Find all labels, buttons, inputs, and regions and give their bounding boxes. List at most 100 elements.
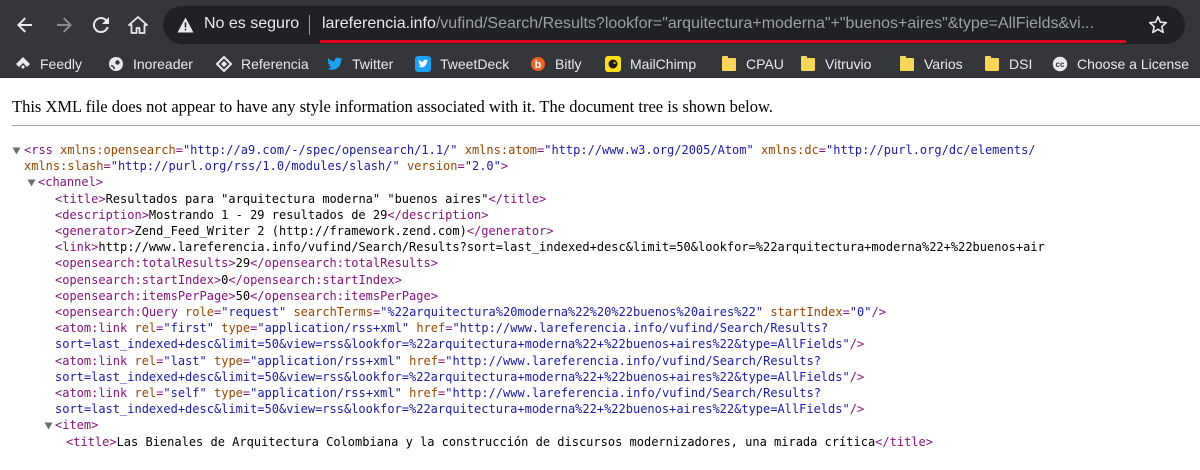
- xml-attribute-value: "first": [163, 321, 214, 335]
- bookmark-mailchimp[interactable]: MailChimp: [605, 54, 696, 74]
- home-icon[interactable]: [124, 11, 152, 39]
- collapse-triangle-icon[interactable]: [27, 179, 36, 187]
- xml-attribute-value: "http://purl.org/dc/elements/: [826, 143, 1036, 157]
- referencia-icon: [216, 56, 232, 72]
- url-path: /vufind/Search/Results?lookfor="arquitec…: [435, 15, 1095, 32]
- bookmark-tweetdeck[interactable]: TweetDeck: [415, 54, 509, 74]
- bookmark-label: Bitly: [555, 56, 582, 72]
- back-arrow-icon[interactable]: [11, 11, 39, 39]
- xml-attribute-name: version: [406, 159, 458, 173]
- xml-line: sort=last_indexed+desc&limit=50&view=rss…: [55, 336, 864, 352]
- xml-text: 29: [235, 256, 251, 270]
- xml-line: <opensearch:totalResults>29</opensearch:…: [55, 255, 438, 271]
- xml-tag: <title>: [55, 192, 106, 206]
- xml-tag: <opensearch:Query: [55, 305, 186, 319]
- xml-line: <channel>: [38, 174, 103, 190]
- folder-icon: [984, 55, 1000, 72]
- xml-line: <rss xmlns:opensearch="http://a9.com/-/s…: [24, 142, 1036, 158]
- url-host: lareferencia.info: [322, 15, 436, 32]
- xml-attribute-name: xmlns:slash: [24, 159, 104, 173]
- xml-line: <item>: [55, 417, 98, 433]
- xml-attribute-value: sort=last_indexed+desc&limit=50&view=rss…: [55, 402, 850, 416]
- xml-tag: <channel>: [38, 175, 104, 189]
- xml-tag: <link>: [55, 240, 99, 254]
- xml-style-notice: This XML file does not appear to have an…: [12, 97, 773, 116]
- bookmarks-bar: Feedly Inoreader Referencia Twitter Twee…: [0, 50, 1200, 78]
- xml-attribute-name: xmlns:dc: [760, 143, 819, 157]
- xml-tag: [402, 354, 409, 368]
- bookmark-folder-vitruvio[interactable]: Vitruvio: [800, 54, 871, 74]
- xml-line: <description>Mostrando 1 - 29 resultados…: [55, 207, 489, 223]
- xml-attribute-name: searchTerms: [293, 305, 373, 319]
- bookmark-twitter[interactable]: Twitter: [327, 54, 393, 74]
- xml-tag: <atom:link: [55, 354, 135, 368]
- bookmark-choose-license[interactable]: cc Choose a License: [1052, 54, 1189, 74]
- feedly-icon: [15, 56, 31, 72]
- collapse-triangle-icon[interactable]: [44, 422, 53, 430]
- xml-tag: </opensearch:startIndex>: [228, 273, 402, 287]
- xml-attribute-name: rel: [134, 386, 157, 400]
- bookmark-referencia[interactable]: Referencia: [216, 54, 309, 74]
- xml-line: <title>Resultados para "arquitectura mod…: [55, 191, 546, 207]
- xml-tag: [207, 354, 214, 368]
- xml-tag: [400, 159, 407, 173]
- creative-commons-icon: cc: [1052, 56, 1068, 72]
- bookmark-bitly[interactable]: b Bitly: [530, 54, 581, 74]
- xml-attribute-value: "http://www.w3.org/2005/Atom": [544, 143, 754, 157]
- divider: [12, 125, 1200, 126]
- xml-tag: <rss: [24, 143, 61, 157]
- xml-line: <atom:link rel="last" type="application/…: [55, 353, 821, 369]
- bookmark-label: Choose a License: [1077, 56, 1190, 72]
- security-label[interactable]: No es seguro: [204, 15, 299, 33]
- xml-line: <opensearch:Query role = "request" searchT…: [55, 304, 886, 320]
- svg-text:cc: cc: [1056, 60, 1065, 69]
- bookmark-folder-varios[interactable]: Varios: [899, 54, 963, 74]
- star-icon[interactable]: [1148, 15, 1168, 40]
- xml-attribute-value: "%22arquitectura%20moderna%22%20%22bueno…: [380, 305, 764, 319]
- xml-attribute-value: "http://www.lareferencia.info/vufind/Sea…: [445, 386, 821, 400]
- bookmark-inoreader[interactable]: Inoreader: [108, 54, 193, 74]
- bookmark-feedly[interactable]: Feedly: [15, 54, 82, 74]
- xml-attribute-value: "application/rss+xml": [257, 321, 410, 335]
- xml-text: Zend_Feed_Writer 2 (http://framework.zen…: [134, 224, 467, 238]
- xml-text: 50: [235, 289, 251, 303]
- xml-tag: </opensearch:totalResults>: [250, 256, 438, 270]
- xml-attribute-value: "http://www.lareferencia.info/vufind/Sea…: [452, 321, 829, 335]
- xml-tag: </opensearch:itemsPerPage>: [250, 289, 438, 303]
- xml-attribute-value: sort=last_indexed+desc&limit=50&view=rss…: [55, 337, 850, 351]
- warning-icon[interactable]: [177, 17, 194, 38]
- xml-tag: </generator>: [466, 224, 554, 238]
- xml-tag: />: [849, 337, 865, 351]
- xml-tag: <description>: [55, 208, 149, 222]
- url-text[interactable]: lareferencia.info/vufind/Search/Results?…: [322, 15, 1122, 33]
- address-bar[interactable]: No es seguro lareferencia.info/vufind/Se…: [163, 6, 1185, 44]
- xml-attribute-value: "last": [163, 354, 207, 368]
- xml-tag: <atom:link: [55, 386, 135, 400]
- page-content: This XML file does not appear to have an…: [0, 78, 1200, 470]
- reload-icon[interactable]: [87, 11, 115, 39]
- xml-attribute-name: type: [221, 321, 251, 335]
- xml-tag: <opensearch:startIndex>: [55, 273, 222, 287]
- twitter-icon: [327, 56, 343, 72]
- bookmark-label: DSI: [1009, 56, 1033, 72]
- xml-line: <link>http://www.lareferencia.info/vufin…: [55, 239, 1045, 255]
- forward-arrow-icon[interactable]: [50, 11, 78, 39]
- xml-line: <opensearch:startIndex>0</opensearch:sta…: [55, 272, 402, 288]
- xml-tag: <generator>: [55, 224, 135, 238]
- xml-tag: <opensearch:totalResults>: [55, 256, 236, 270]
- collapse-triangle-icon[interactable]: [12, 147, 21, 155]
- bookmark-label: TweetDeck: [440, 56, 510, 72]
- xml-tag: />: [849, 402, 865, 416]
- mailchimp-icon: [605, 56, 621, 72]
- bookmark-label: CPAU: [746, 56, 784, 72]
- xml-tag: [458, 143, 465, 157]
- xml-attribute-value: "request": [221, 305, 287, 319]
- xml-attribute-name: href: [416, 321, 446, 335]
- xml-tag: =: [175, 143, 183, 157]
- bookmark-folder-dsi[interactable]: DSI: [984, 54, 1032, 74]
- xml-text: http://www.lareferencia.info/vufind/Sear…: [98, 240, 1045, 254]
- xml-attribute-name: href: [409, 354, 438, 368]
- xml-attribute-name: href: [409, 386, 438, 400]
- xml-attribute-name: xmlns:opensearch: [60, 143, 176, 157]
- bookmark-folder-cpau[interactable]: CPAU: [721, 54, 784, 74]
